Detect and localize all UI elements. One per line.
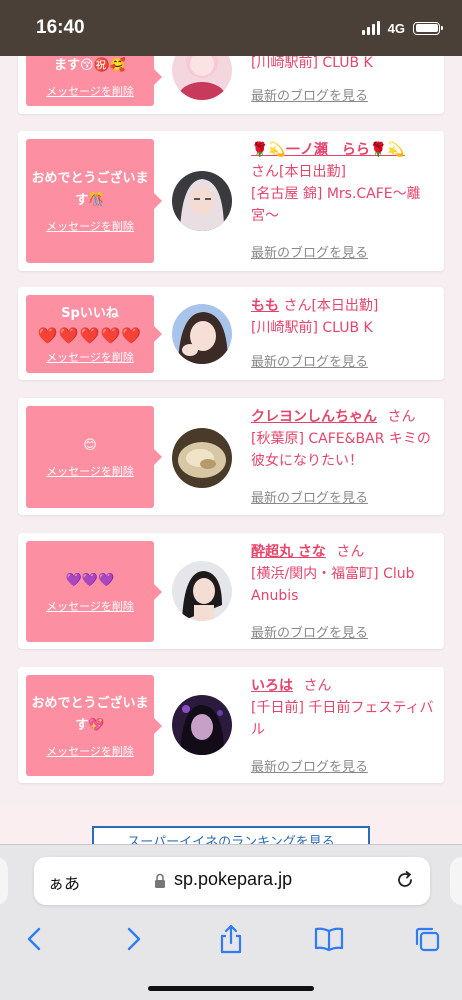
- home-indicator: [148, 986, 314, 991]
- shop-name: [横浜/関内・福富町] Club Anubis: [251, 566, 415, 604]
- sender-status: さん: [387, 409, 416, 425]
- sender-info: 酔超丸 さな さん [横浜/関内・福富町] Club Anubis: [251, 541, 435, 607]
- reload-icon[interactable]: [394, 869, 416, 895]
- sender-status: さん: [303, 678, 332, 694]
- message-card: ます😚㊗️🥰 メッセージを削除 [川崎駅前] CLUB K 最新のブログを見る: [18, 56, 444, 114]
- page-settings-button[interactable]: ぁあ: [48, 870, 80, 894]
- message-card: おめでとうございます💖 メッセージを削除 いろは さん [千日前] 千日前フェス…: [18, 667, 444, 783]
- blog-link[interactable]: 最新のブログを見る: [251, 487, 368, 506]
- message-card: 😊 メッセージを削除 クレヨンしんちゃん さん [秋葉原] CAFE&BAR キ…: [18, 398, 444, 515]
- sender-name-link[interactable]: もも: [251, 298, 279, 314]
- message-text: おめでとうございます💖: [31, 695, 149, 733]
- sender-info: いろは さん [千日前] 千日前フェスティバル: [251, 675, 435, 741]
- sender-info: 🌹💫一ノ瀬 らら🌹💫 さん[本日出勤] [名古屋 錦] Mrs.CAFE〜離宮〜: [251, 139, 435, 227]
- page-content[interactable]: ます😚㊗️🥰 メッセージを削除 [川崎駅前] CLUB K 最新のブログを見る …: [0, 56, 462, 844]
- delete-message-link[interactable]: メッセージを削除: [46, 598, 134, 614]
- status-indicators: 4G: [361, 20, 443, 36]
- next-tab-pill[interactable]: [450, 857, 462, 905]
- blog-link[interactable]: 最新のブログを見る: [251, 242, 368, 261]
- bookmarks-icon[interactable]: [313, 923, 345, 955]
- sender-name-link[interactable]: クレヨンしんちゃん: [251, 409, 377, 425]
- avatar[interactable]: [172, 561, 232, 621]
- blog-link[interactable]: 最新のブログを見る: [251, 85, 368, 104]
- message-text: 😊: [83, 438, 97, 453]
- message-text: 💜💜💜: [65, 572, 115, 588]
- sender-status: さん[本日出勤]: [251, 164, 346, 180]
- avatar[interactable]: [172, 695, 232, 755]
- avatar[interactable]: [172, 428, 232, 488]
- status-time: 16:40: [36, 17, 85, 38]
- message-card: 💜💜💜 メッセージを削除 酔超丸 さな さん [横浜/関内・福富町] Club …: [18, 533, 444, 649]
- sender-name-link[interactable]: 🌹💫一ノ瀬 らら🌹💫: [251, 142, 405, 158]
- browser-bar: ぁあ sp.pokepara.jp: [0, 844, 462, 1000]
- forward-icon[interactable]: [118, 923, 150, 955]
- share-icon[interactable]: [215, 923, 247, 955]
- sender-name-link[interactable]: 酔超丸 さな: [251, 544, 326, 560]
- browser-toolbar: [0, 917, 462, 961]
- message-bubble: おめでとうございます💖 メッセージを削除: [26, 675, 162, 776]
- shop-name: [千日前] 千日前フェスティバル: [251, 700, 434, 738]
- message-bubble: ます😚㊗️🥰 メッセージを削除: [26, 56, 162, 106]
- tabs-icon[interactable]: [411, 923, 443, 955]
- shop-name: [秋葉原] CAFE&BAR キミの彼女になりたい！: [251, 431, 431, 469]
- message-bubble: 💜💜💜 メッセージを削除: [26, 541, 162, 642]
- blog-link[interactable]: 最新のブログを見る: [251, 351, 368, 370]
- delete-message-link[interactable]: メッセージを削除: [46, 743, 134, 759]
- back-icon[interactable]: [18, 923, 50, 955]
- message-text: ます😚㊗️🥰: [54, 58, 126, 73]
- prev-tab-pill[interactable]: [0, 857, 8, 905]
- sender-info: もも さん[本日出勤] [川崎駅前] CLUB K: [251, 295, 435, 339]
- blog-link[interactable]: 最新のブログを見る: [251, 622, 368, 641]
- delete-message-link[interactable]: メッセージを削除: [46, 463, 134, 479]
- blog-link[interactable]: 最新のブログを見る: [251, 756, 368, 775]
- delete-message-link[interactable]: メッセージを削除: [46, 349, 134, 365]
- lock-icon: [154, 873, 166, 893]
- url-text: sp.pokepara.jp: [174, 869, 293, 889]
- message-text: おめでとうございます🎊: [31, 171, 149, 208]
- sender-info: クレヨンしんちゃん さん [秋葉原] CAFE&BAR キミの彼女になりたい！: [251, 406, 435, 472]
- message-card: Spいいね ❤️❤️❤️❤️❤️ メッセージを削除 もも さん[本日出勤] [川…: [18, 287, 444, 380]
- hearts-text: ❤️❤️❤️❤️❤️: [37, 326, 143, 345]
- delete-message-link[interactable]: メッセージを削除: [46, 218, 134, 234]
- network-type: 4G: [387, 20, 405, 36]
- message-text: Spいいね: [61, 306, 119, 321]
- sender-status: さん[本日出勤]: [283, 298, 379, 314]
- sender-name-link[interactable]: いろは: [251, 678, 293, 694]
- avatar[interactable]: [172, 171, 232, 231]
- delete-message-link[interactable]: メッセージを削除: [46, 83, 134, 99]
- message-card: おめでとうございます🎊 メッセージを削除 🌹💫一ノ瀬 らら🌹💫 さん[本日出勤]…: [18, 131, 444, 271]
- shop-name: [名古屋 錦] Mrs.CAFE〜離宮〜: [251, 186, 421, 224]
- avatar[interactable]: [172, 304, 232, 364]
- shop-name: [川崎駅前] CLUB K: [251, 320, 373, 336]
- signal-icon: [361, 21, 380, 35]
- avatar[interactable]: [172, 56, 232, 100]
- status-bar: 16:40 4G: [0, 0, 462, 56]
- message-bubble: Spいいね ❤️❤️❤️❤️❤️ メッセージを削除: [26, 295, 162, 373]
- battery-icon: [413, 21, 443, 35]
- address-bar[interactable]: ぁあ sp.pokepara.jp: [34, 857, 430, 905]
- sender-status: さん: [336, 544, 365, 560]
- shop-name: [川崎駅前] CLUB K: [251, 56, 373, 71]
- message-bubble: 😊 メッセージを削除: [26, 406, 162, 508]
- message-bubble: おめでとうございます🎊 メッセージを削除: [26, 139, 162, 263]
